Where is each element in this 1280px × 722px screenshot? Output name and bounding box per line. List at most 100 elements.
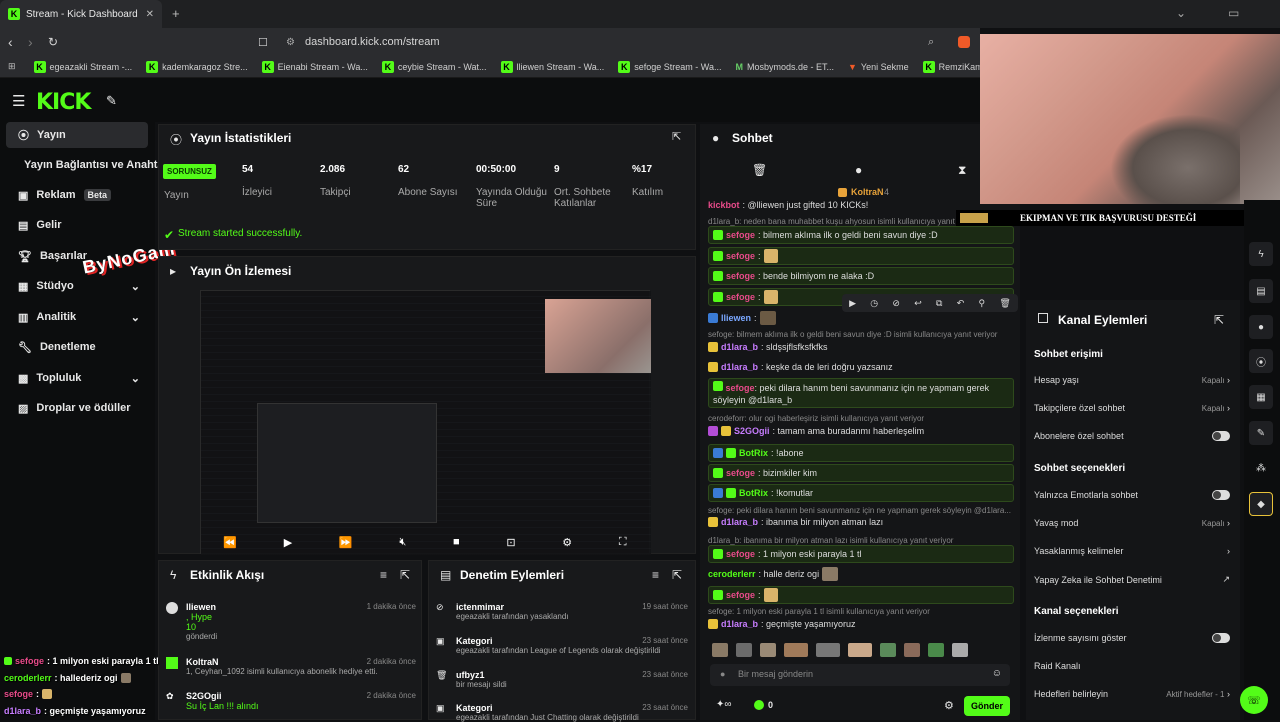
close-tab-icon[interactable]: ✕	[146, 9, 154, 20]
sidebar-item-droplar[interactable]: ▨ Droplar ve ödüller	[6, 395, 148, 421]
emote-icon[interactable]	[816, 643, 840, 657]
expand-icon[interactable]: ⇱	[400, 568, 410, 582]
broadcast-icon[interactable]: ⦿	[1249, 349, 1273, 373]
sidebar-item-gelir[interactable]: ▤ Gelir	[6, 212, 148, 238]
zoom-icon[interactable]: ⌕	[928, 36, 934, 49]
emote-icon[interactable]	[880, 643, 896, 657]
wrench-icon[interactable]: ✎	[1249, 421, 1273, 445]
bookmark-item[interactable]: Kegeazakli Stream -...	[33, 60, 132, 73]
pin-icon[interactable]: ✎	[106, 93, 117, 109]
maximize-icon[interactable]: ▭	[1228, 6, 1239, 20]
sidebar-item-analitik[interactable]: ▥ Analitik ⌄	[6, 304, 148, 330]
points-icon[interactable]: ✦∞	[716, 699, 732, 710]
chat-message[interactable]: sefoge: bende bilmiyom ne alaka :D	[708, 267, 1014, 285]
copy-icon[interactable]: ⧉	[936, 298, 942, 309]
reload-icon[interactable]: ↻	[48, 35, 58, 49]
chat-message[interactable]: d1lara_b: sldşsjflsfksfkfks	[708, 342, 1014, 352]
chat-message[interactable]: BotRix: !abone	[708, 444, 1014, 462]
option-raid-channel[interactable]: Raid Kanalı	[1034, 661, 1230, 671]
emoji-icon[interactable]: ☺	[992, 668, 1002, 679]
ban-icon[interactable]: ⊘	[892, 298, 900, 309]
back-icon[interactable]: ‹	[8, 34, 13, 50]
chat-message[interactable]: sefoge: 1 milyon eski parayla 1 tl	[708, 545, 1014, 563]
emote-icon[interactable]	[904, 643, 920, 657]
chat-message[interactable]: sefoge:	[708, 586, 1014, 604]
brave-shield-icon[interactable]	[958, 36, 970, 48]
undo-icon[interactable]: ↶	[957, 298, 965, 309]
chat-message[interactable]: ceroderlerr: halle deriz ogi	[708, 567, 1014, 581]
pin-icon[interactable]: ⚲	[978, 298, 985, 309]
play-icon[interactable]: ▶	[849, 298, 856, 309]
people-icon[interactable]: ⁂	[1249, 456, 1273, 480]
emote-icon[interactable]	[760, 643, 776, 657]
sidebar-item-denetleme[interactable]: 🔧︎ Denetleme	[6, 334, 148, 360]
bolt-icon[interactable]: ϟ	[1249, 242, 1273, 266]
sidebar-item-topluluk[interactable]: ▩ Topluluk ⌄	[6, 365, 148, 391]
chat-message[interactable]: S2GOgii: tamam ama buradanmı haberleşeli…	[708, 426, 1014, 436]
chat-icon[interactable]: ●	[1249, 315, 1273, 339]
apps-grid-icon[interactable]: ⊞	[8, 61, 16, 72]
trash-icon[interactable]: 🗑︎	[752, 163, 767, 177]
chat-input-box[interactable]: ● Bir mesaj gönderin ☺	[710, 664, 1010, 686]
chat-message[interactable]: BotRix: !komutlar	[708, 484, 1014, 502]
clock-icon[interactable]: ◷	[870, 298, 878, 309]
forward-icon[interactable]: ›	[28, 34, 33, 50]
emote-icon[interactable]	[784, 643, 808, 657]
hourglass-icon[interactable]: ⧗	[958, 163, 966, 178]
mute-icon[interactable]: 🔇︎	[399, 536, 406, 549]
toggle-switch[interactable]	[1212, 490, 1230, 500]
minimize-icon[interactable]: ⌄	[1176, 6, 1186, 20]
crop-icon[interactable]: ⊡	[506, 536, 515, 549]
note-icon[interactable]: ▤	[1249, 279, 1273, 303]
play-icon[interactable]: ▶	[284, 536, 292, 549]
emote-icon[interactable]	[928, 643, 944, 657]
option-show-viewcount[interactable]: İzlenme sayısını göster	[1034, 633, 1230, 643]
help-fab[interactable]: ☏	[1240, 686, 1268, 714]
emote-icon[interactable]	[848, 643, 872, 657]
sidebar-item-yayin[interactable]: ⦿ Yayın	[6, 122, 148, 148]
filter-icon[interactable]: ≡	[380, 568, 387, 582]
browser-tab[interactable]: K Stream - Kick Dashboard ✕	[0, 0, 162, 28]
expand-icon[interactable]: ⇱	[672, 568, 682, 582]
stream-preview-video[interactable]	[200, 290, 651, 555]
option-goals[interactable]: Hedefleri belirleyin Aktif hedefler - 1 ›	[1034, 689, 1230, 699]
bookmark-item[interactable]: ▼ Yeni Sekme	[848, 62, 909, 72]
option-account-age[interactable]: Hesap yaşı Kapalı ›	[1034, 375, 1230, 385]
fullscreen-icon[interactable]: ⛶	[619, 536, 627, 549]
option-slow-mode[interactable]: Yavaş mod Kapalı ›	[1034, 518, 1230, 528]
chat-message[interactable]: kickbot: @lliewen just gifted 10 KICKs!	[708, 200, 1014, 210]
settings-icon[interactable]: ⚙	[562, 536, 572, 549]
camera-icon[interactable]: ■	[453, 536, 460, 548]
toggle-switch[interactable]	[1212, 431, 1230, 441]
bookmark-item[interactable]: K Eienabi Stream - Wa...	[261, 60, 368, 73]
emote-icon[interactable]	[736, 643, 752, 657]
toggle-switch[interactable]	[1212, 633, 1230, 643]
rewind-icon[interactable]: ⏪	[223, 536, 237, 549]
option-emote-only[interactable]: Yalnızca Emotlarla sohbet	[1034, 490, 1230, 500]
trash-icon[interactable]: 🗑︎	[999, 298, 1010, 309]
chat-message[interactable]: lliewen:	[708, 311, 1014, 325]
sidebar-item-reklam[interactable]: ▣ Reklam Beta	[6, 182, 148, 208]
chat-message[interactable]: sefoge:	[708, 247, 1014, 265]
option-followers-only[interactable]: Takipçilere özel sohbet Kapalı ›	[1034, 403, 1230, 413]
option-banned-words[interactable]: Yasaklanmış kelimeler ›	[1034, 546, 1230, 556]
chat-message[interactable]: sefoge: bilmem aklıma ilk o geldi beni s…	[708, 226, 1014, 244]
forward-icon[interactable]: ⏩	[339, 536, 353, 549]
chat-message[interactable]: sefoge: bizimkiler kim	[708, 464, 1014, 482]
chat-settings-icon[interactable]: ⚙	[944, 699, 954, 712]
menu-icon[interactable]: ☰	[12, 92, 25, 110]
option-subscribers-only[interactable]: Abonelere özel sohbet	[1034, 431, 1230, 441]
reply-icon[interactable]: ↩	[914, 298, 922, 309]
sidebar-item-studyo[interactable]: ▦ Stüdyo ⌄	[6, 273, 148, 299]
chat-message[interactable]: d1lara_b: geçmişte yaşamıyoruz	[708, 619, 1014, 629]
bookmark-icon[interactable]: ☐	[258, 36, 268, 49]
sidebar-item-stream-key[interactable]: Yayın Bağlantısı ve Anahtarı	[10, 152, 171, 178]
settings-icon[interactable]: ◆	[1249, 492, 1273, 516]
send-button[interactable]: Gönder	[964, 696, 1010, 716]
expand-icon[interactable]: ⇱	[1214, 313, 1224, 327]
filter-icon[interactable]: ≡	[652, 568, 659, 582]
url-field[interactable]: dashboard.kick.com/stream	[305, 36, 440, 48]
bookmark-item[interactable]: Ksefoge Stream - Wa...	[618, 60, 721, 73]
bookmark-item[interactable]: Klliewen Stream - Wa...	[500, 60, 604, 73]
site-info-icon[interactable]: ⚙	[286, 37, 295, 48]
